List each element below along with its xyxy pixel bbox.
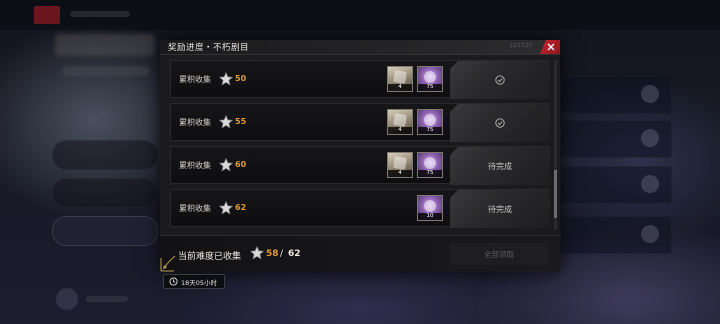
milestone-label: 累积收集 [179,118,211,127]
reward-item-image [393,113,407,127]
collected-separator: / [280,249,284,259]
reward-item[interactable]: 4 [387,109,413,135]
list-scrollbar[interactable] [554,60,557,230]
reward-item-image [424,71,436,83]
clock-icon [169,277,178,286]
reward-item-image [424,200,436,212]
collected-total: 62 [288,249,301,259]
milestone-row[interactable]: 累积收集 50 4 75 [170,60,550,99]
milestone-threshold: 55 [235,117,247,126]
corner-ornament-icon [160,255,176,272]
collected-label: 当前难度已收集 [178,252,242,262]
milestone-row[interactable]: 累积收集 62 10 待完成 [170,189,550,228]
reward-item-image [424,114,436,126]
collected-current: 58 [266,249,279,259]
milestone-row[interactable]: 累积收集 55 4 75 [170,103,550,142]
reward-item[interactable]: 75 [417,152,443,178]
event-timer: 18天05小时 [163,274,225,289]
reward-count: 10 [418,213,442,220]
star-icon [250,246,264,260]
check-circle-icon [495,75,505,85]
dialog-footer: 当前难度已收集 58 / 62 全部领取 [160,235,560,272]
reward-item[interactable]: 4 [387,66,413,92]
reward-item-image [393,156,407,170]
reward-item-image [393,70,407,84]
close-icon [547,43,555,51]
dialog-header: 奖励进度・不朽剧目 12/17/23 [160,40,560,55]
reward-item[interactable]: 75 [417,66,443,92]
milestone-list[interactable]: 累积收集 50 4 75 累积收集 55 4 75 累积收集 60 4 75 待… [170,60,550,230]
milestone-row[interactable]: 累积收集 60 4 75 待完成 [170,146,550,185]
reward-item[interactable]: 4 [387,152,413,178]
milestone-status-button[interactable] [450,104,550,142]
milestone-label: 累积收集 [179,75,211,84]
milestone-label: 累积收集 [179,204,211,213]
check-circle-icon [495,118,505,128]
star-icon [219,115,233,129]
milestone-status-text: 待完成 [488,162,512,171]
reward-count: 4 [388,84,412,91]
milestone-threshold: 50 [235,74,247,83]
reward-item[interactable]: 75 [417,109,443,135]
milestone-status-button[interactable] [450,61,550,99]
star-icon [219,158,233,172]
reward-item-image [424,157,436,169]
milestone-threshold: 60 [235,160,247,169]
milestone-status-text: 待完成 [488,205,512,214]
reward-count: 4 [388,127,412,134]
dialog-title: 奖励进度・不朽剧目 [168,43,250,53]
star-icon [219,201,233,215]
reward-progress-dialog: 奖励进度・不朽剧目 12/17/23 累积收集 50 4 75 累积收集 55 … [160,40,560,272]
milestone-label: 累积收集 [179,161,211,170]
reward-item[interactable]: 10 [417,195,443,221]
milestone-status-button[interactable]: 待完成 [450,147,550,185]
scrollbar-thumb[interactable] [554,170,557,218]
timer-text: 18天05小时 [181,279,218,287]
reward-count: 75 [418,170,442,177]
claim-all-button[interactable]: 全部领取 [450,243,548,265]
reward-count: 75 [418,127,442,134]
milestone-status-button[interactable]: 待完成 [450,190,550,228]
close-button[interactable] [540,40,560,54]
reward-count: 75 [418,84,442,91]
milestone-threshold: 62 [235,203,247,212]
dialog-header-tag: 12/17/23 [509,43,532,49]
star-icon [219,72,233,86]
reward-count: 4 [388,170,412,177]
